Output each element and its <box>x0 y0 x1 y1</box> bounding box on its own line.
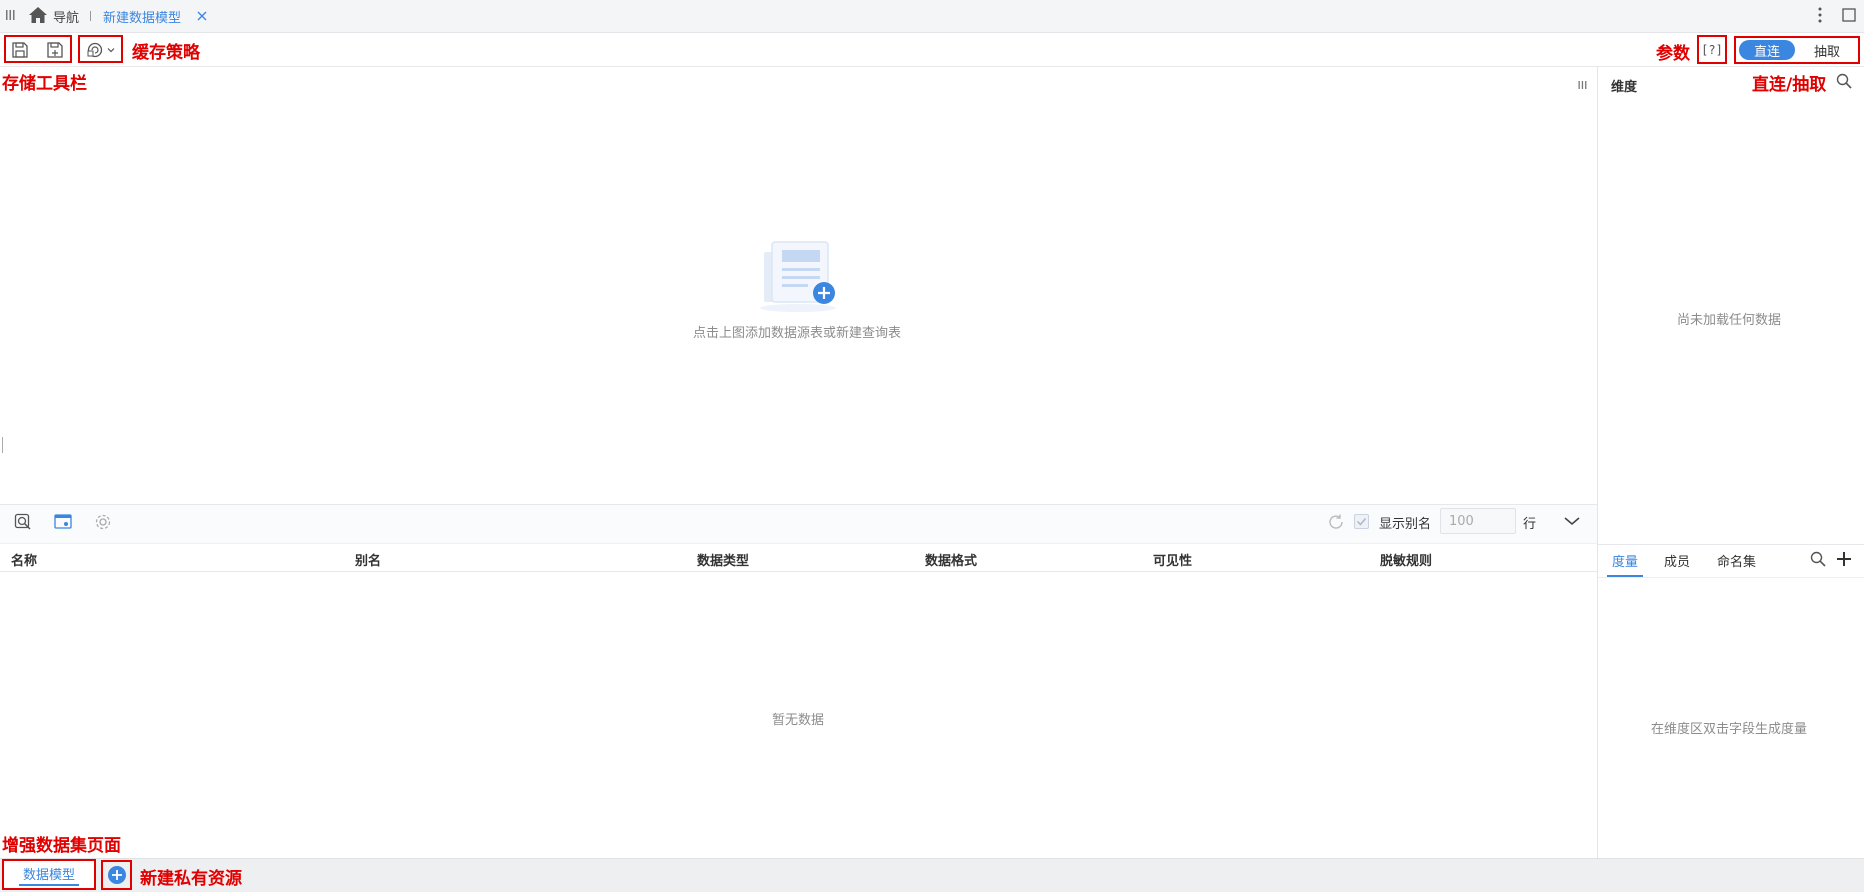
close-tab-icon[interactable] <box>197 11 207 21</box>
column-header-name[interactable]: 名称 <box>11 550 37 569</box>
main-toolbar <box>0 33 1864 67</box>
measure-search-icon[interactable] <box>1810 551 1826 567</box>
tab-measure-underline <box>1607 575 1643 577</box>
collapse-preview-chevron-icon[interactable] <box>1563 515 1581 527</box>
show-alias-checkbox[interactable] <box>1354 514 1369 529</box>
cursor-caret <box>2 437 3 453</box>
annotation-params: 参数 <box>1656 44 1690 64</box>
column-header-masking-rule[interactable]: 脱敏规则 <box>1380 550 1432 569</box>
tab-named-set[interactable]: 命名集 <box>1717 551 1756 570</box>
annotation-cache-strategy: 缓存策略 <box>132 43 200 63</box>
add-measure-plus-icon[interactable] <box>1836 551 1852 567</box>
column-header-data-type[interactable]: 数据类型 <box>697 550 749 569</box>
data-model-tab-label: 数据模型 <box>18 864 79 886</box>
cache-icon <box>87 42 103 58</box>
show-alias-label: 显示别名 <box>1379 517 1432 532</box>
right-panel-divider[interactable] <box>1597 67 1598 858</box>
column-header-alias[interactable]: 别名 <box>355 550 381 569</box>
add-table-illustration[interactable] <box>752 238 846 314</box>
tab-bar: 导航 新建数据模型 <box>0 0 1864 33</box>
save-button[interactable] <box>9 39 31 61</box>
save-as-button[interactable] <box>44 39 66 61</box>
menu-handle-icon[interactable] <box>5 9 15 21</box>
tab-home-label[interactable]: 导航 <box>53 7 79 26</box>
cache-strategy-dropdown[interactable] <box>82 39 120 61</box>
checkmark-icon <box>1356 518 1367 526</box>
refresh-icon[interactable] <box>1327 513 1345 531</box>
direct-extract-toggle: 直连 抽取 <box>1734 36 1860 64</box>
mode-direct-button[interactable]: 直连 <box>1739 40 1795 60</box>
tab-measure[interactable]: 度量 <box>1612 551 1638 570</box>
new-private-resource-button[interactable] <box>101 860 132 890</box>
settings-gear-icon[interactable] <box>94 513 112 531</box>
dimension-panel-title: 维度 <box>1611 80 1638 95</box>
annotation-direct-extract: 直连/抽取 <box>1752 75 1827 95</box>
panel-collapse-handle-icon[interactable] <box>1578 80 1587 90</box>
save-icon <box>12 42 28 58</box>
column-header-data-format[interactable]: 数据格式 <box>925 550 977 569</box>
mode-extract-button[interactable]: 抽取 <box>1799 40 1855 60</box>
row-count-value: 100 <box>1449 514 1474 529</box>
save-as-icon <box>47 42 63 58</box>
annotation-new-private-resource: 新建私有资源 <box>140 869 242 889</box>
dimension-empty-text: 尚未加载任何数据 <box>1677 313 1782 328</box>
more-vertical-icon[interactable] <box>1818 6 1822 24</box>
preview-search-icon[interactable] <box>14 513 32 531</box>
chevron-down-icon <box>107 48 115 53</box>
home-icon[interactable] <box>28 6 48 24</box>
tab-active-label[interactable]: 新建数据模型 <box>103 7 181 26</box>
tab-divider <box>90 11 91 21</box>
measure-empty-text: 在维度区双击字段生成度量 <box>1651 722 1808 737</box>
dimension-search-icon[interactable] <box>1836 73 1852 89</box>
grid-empty-text: 暂无数据 <box>772 713 825 728</box>
annotation-enhanced-dataset-page: 增强数据集页面 <box>2 836 121 856</box>
column-header-visibility[interactable]: 可见性 <box>1153 550 1192 569</box>
bottom-sheet-bar <box>0 858 1864 892</box>
row-unit-label: 行 <box>1523 517 1537 532</box>
annotation-storage-toolbar: 存储工具栏 <box>2 74 87 94</box>
field-grid-header: 名称 别名 数据类型 数据格式 可见性 脱敏规则 <box>0 544 1597 572</box>
data-model-sheet-tab[interactable]: 数据模型 <box>2 859 96 890</box>
maximize-icon[interactable] <box>1842 8 1856 22</box>
params-symbol: [?] <box>1701 42 1723 57</box>
sql-window-icon[interactable] <box>54 513 72 531</box>
row-count-input[interactable]: 100 <box>1440 508 1516 534</box>
add-circle-icon <box>107 866 126 884</box>
params-button[interactable]: [?] <box>1697 35 1727 64</box>
tab-member[interactable]: 成员 <box>1664 551 1690 570</box>
canvas-empty-hint: 点击上图添加数据源表或新建查询表 <box>693 326 902 341</box>
